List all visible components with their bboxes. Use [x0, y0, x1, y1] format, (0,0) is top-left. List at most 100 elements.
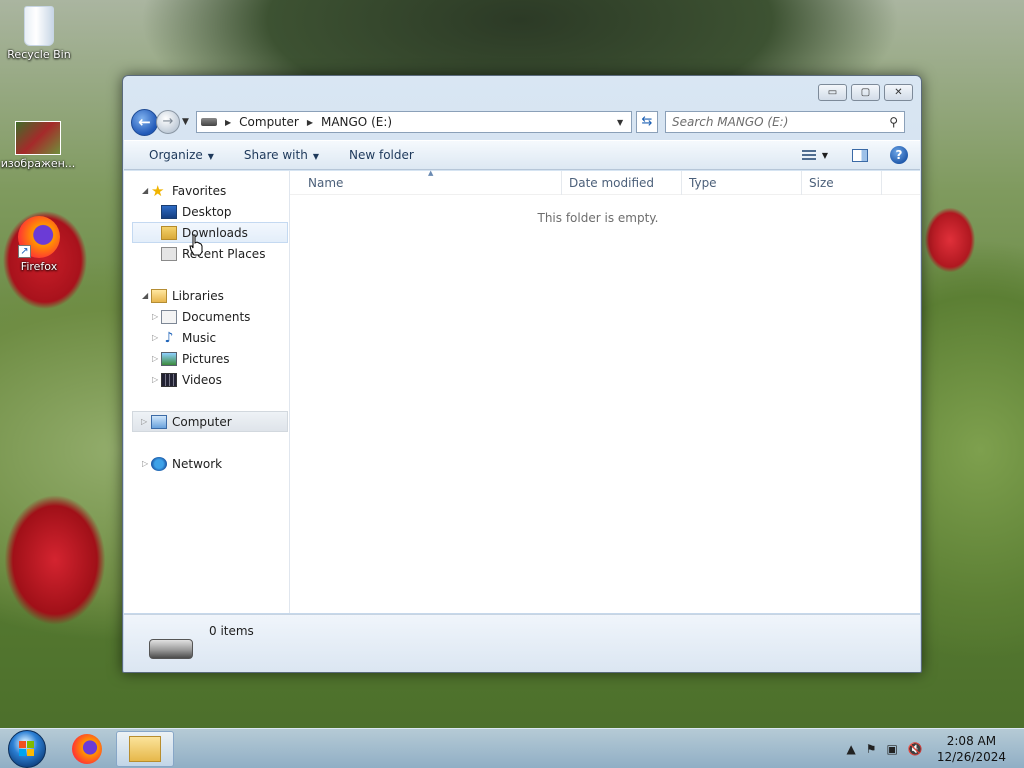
nav-item-label: Libraries [172, 288, 224, 303]
organize-button[interactable]: Organize ▼ [134, 148, 229, 162]
collapsed-arrow-icon[interactable]: ▷ [152, 333, 158, 342]
nav-item-label: Favorites [172, 183, 227, 198]
collapsed-arrow-icon[interactable]: ▷ [141, 417, 147, 426]
navigation-pane[interactable]: ◢ ★ Favorites Desktop Downloads Recent P… [124, 171, 290, 613]
column-header-name[interactable]: Name [290, 170, 562, 195]
pictures-icon [161, 351, 177, 366]
recent-pages-dropdown[interactable]: ▼ [182, 117, 194, 127]
documents-icon [161, 309, 177, 324]
collapsed-arrow-icon[interactable]: ▷ [152, 312, 158, 321]
search-input[interactable] [672, 115, 890, 129]
breadcrumb-chevron-icon[interactable]: ▶ [307, 118, 313, 127]
organize-label: Organize [149, 148, 203, 162]
nav-item-network[interactable]: ▷ Network [124, 453, 289, 474]
nav-item-favorites[interactable]: ◢ ★ Favorites [124, 180, 289, 201]
network-status-icon[interactable]: ▣ [887, 742, 898, 756]
desktop-icon-recycle-bin[interactable]: Recycle Bin [1, 6, 77, 61]
window-controls: ▭ ▢ ✕ [818, 84, 913, 101]
collapsed-arrow-icon[interactable]: ▷ [152, 354, 158, 363]
close-button[interactable]: ✕ [884, 84, 913, 101]
nav-item-videos[interactable]: ▷ Videos [124, 369, 289, 390]
clock[interactable]: 2:08 AM 12/26/2024 [937, 733, 1006, 765]
column-header-date-modified[interactable]: Date modified [562, 170, 682, 195]
removable-drive-icon [149, 639, 193, 659]
downloads-folder-icon [161, 225, 177, 240]
nav-item-music[interactable]: ▷ ♪ Music [124, 327, 289, 348]
image-file-icon [15, 121, 61, 155]
refresh-button[interactable]: ⇆ [636, 111, 658, 133]
expanded-arrow-icon[interactable]: ◢ [142, 186, 148, 195]
new-folder-button[interactable]: New folder [334, 148, 429, 162]
firefox-icon [72, 733, 102, 764]
drive-icon [201, 118, 217, 126]
folder-icon [129, 735, 161, 762]
taskbar-explorer[interactable] [116, 730, 174, 767]
change-view-icon[interactable] [801, 149, 816, 161]
nav-item-desktop[interactable]: Desktop [124, 201, 289, 222]
main-panes: ◢ ★ Favorites Desktop Downloads Recent P… [124, 169, 920, 613]
share-with-button[interactable]: Share with ▼ [229, 148, 334, 162]
collapsed-arrow-icon[interactable]: ▷ [142, 459, 148, 468]
nav-item-label: Pictures [182, 351, 230, 366]
nav-item-label: Videos [182, 372, 222, 387]
desktop-icon [161, 204, 177, 219]
view-controls: ▼ ? [801, 146, 920, 164]
view-dropdown-icon[interactable]: ▼ [822, 151, 828, 160]
minimize-button[interactable]: ▭ [818, 84, 847, 101]
show-hidden-icons-icon[interactable]: ▲ [847, 742, 856, 756]
nav-item-downloads[interactable]: Downloads [132, 222, 288, 243]
nav-item-label: Network [172, 456, 223, 471]
address-bar[interactable]: ▶ Computer ▶ MANGO (E:) ▼ [196, 111, 632, 133]
desktop-icon-label: изображен... [0, 157, 76, 170]
videos-icon [161, 372, 177, 387]
nav-item-libraries[interactable]: ◢ Libraries [124, 285, 289, 306]
star-icon: ★ [151, 181, 165, 200]
desktop-icon-image[interactable]: изображен... [0, 121, 76, 170]
help-icon[interactable]: ? [890, 146, 908, 164]
collapsed-arrow-icon[interactable]: ▷ [152, 375, 158, 384]
clock-time: 2:08 AM [946, 733, 997, 748]
column-header-size[interactable]: Size [802, 170, 882, 195]
search-box[interactable]: ⚲ [665, 111, 905, 133]
nav-item-documents[interactable]: ▷ Documents [124, 306, 289, 327]
nav-item-pictures[interactable]: ▷ Pictures [124, 348, 289, 369]
action-center-flag-icon[interactable]: ⚑ [866, 742, 877, 756]
chevron-down-icon: ▼ [312, 152, 319, 161]
taskbar-firefox[interactable] [58, 731, 116, 767]
file-list[interactable]: ▲ Name Date modified Type Size This fold… [290, 169, 920, 613]
share-with-label: Share with [243, 148, 308, 162]
forward-button[interactable]: → [156, 110, 180, 134]
search-icon[interactable]: ⚲ [889, 115, 898, 129]
start-button[interactable] [8, 729, 46, 768]
column-headers: ▲ Name Date modified Type Size [290, 169, 920, 195]
system-tray: ▲ ⚑ ▣ 🔇 2:08 AM 12/26/2024 [837, 733, 1024, 765]
address-row: ← → ▼ ▶ Computer ▶ MANGO (E:) ▼ ⇆ ⚲ [131, 107, 913, 137]
breadcrumb-drive[interactable]: MANGO (E:) [321, 115, 392, 129]
nav-item-label: Music [182, 330, 217, 345]
breadcrumb-chevron-icon[interactable]: ▶ [225, 118, 231, 127]
nav-item-label: Desktop [182, 204, 232, 219]
column-header-type[interactable]: Type [682, 170, 802, 195]
maximize-button[interactable]: ▢ [851, 84, 880, 101]
desktop-icon-label: Firefox [20, 260, 58, 273]
volume-muted-icon[interactable]: 🔇 [908, 742, 923, 756]
address-dropdown-icon[interactable]: ▼ [617, 118, 631, 127]
recent-places-icon [161, 246, 177, 261]
chevron-down-icon: ▼ [207, 152, 214, 161]
back-button[interactable]: ← [131, 108, 158, 136]
firefox-icon: ↗ [18, 216, 60, 258]
music-icon: ♪ [164, 329, 174, 346]
nav-item-computer[interactable]: ▷ Computer [132, 411, 288, 432]
libraries-icon [151, 288, 167, 303]
empty-folder-message: This folder is empty. [537, 211, 659, 225]
details-pane: 0 items [124, 614, 920, 672]
network-icon [151, 456, 167, 471]
desktop-icon-firefox[interactable]: ↗ Firefox [1, 216, 77, 273]
breadcrumb-computer[interactable]: Computer [239, 115, 299, 129]
nav-item-recent-places[interactable]: Recent Places [124, 243, 289, 264]
windows-logo-icon [19, 740, 35, 757]
expanded-arrow-icon[interactable]: ◢ [142, 291, 148, 300]
explorer-window: ▭ ▢ ✕ ← → ▼ ▶ Computer ▶ MANGO (E:) ▼ ⇆ … [122, 75, 922, 673]
preview-pane-icon[interactable] [852, 148, 868, 162]
nav-item-label: Downloads [182, 225, 248, 240]
